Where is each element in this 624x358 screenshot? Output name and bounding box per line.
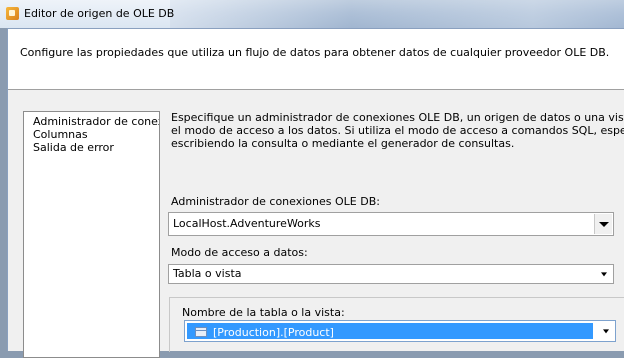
intro-line: Especifique un administrador de conexion… [171, 111, 624, 124]
nav-list: Administrador de conexiones Columnas Sal… [23, 111, 160, 358]
title-bar-glass [170, 0, 624, 28]
access-mode-value: Tabla o vista [173, 267, 242, 280]
dialog-client-area: Configure las propiedades que utiliza un… [7, 28, 624, 358]
header-band: Configure las propiedades que utiliza un… [8, 29, 624, 90]
intro-text: Especifique un administrador de conexion… [171, 111, 624, 150]
chevron-down-icon [603, 329, 609, 334]
table-name-dropdown-button[interactable] [599, 323, 613, 339]
table-name-value: [Production].[Product] [213, 326, 334, 339]
connection-manager-combo[interactable]: LocalHost.AdventureWorks [168, 212, 614, 236]
intro-line: escribiendo la consulta o mediante el ge… [171, 137, 515, 150]
window-title: Editor de origen de OLE DB [24, 7, 175, 20]
access-mode-label: Modo de acceso a datos: [171, 246, 308, 259]
intro-line: el modo de acceso a los datos. Si utiliz… [171, 124, 624, 137]
nav-item-columns[interactable]: Columnas [24, 128, 159, 141]
title-bar[interactable]: Editor de origen de OLE DB [0, 0, 624, 28]
table-selection-highlight: [Production].[Product] [187, 323, 593, 339]
nav-item-connection-manager[interactable]: Administrador de conexiones [24, 115, 159, 128]
chevron-down-icon [600, 272, 607, 277]
table-name-combo[interactable]: [Production].[Product] [184, 320, 616, 342]
access-mode-select[interactable]: Tabla o vista [168, 264, 614, 284]
connection-manager-value: LocalHost.AdventureWorks [173, 217, 321, 230]
app-icon [6, 7, 19, 20]
chevron-down-icon [598, 222, 609, 227]
connection-manager-label: Administrador de conexiones OLE DB: [171, 195, 380, 208]
header-description: Configure las propiedades que utiliza un… [20, 46, 610, 59]
connection-manager-dropdown-button[interactable] [594, 214, 612, 234]
table-icon [195, 327, 207, 337]
access-mode-dropdown-button[interactable] [595, 266, 612, 282]
table-name-label: Nombre de la tabla o la vista: [182, 306, 345, 319]
nav-item-error-output[interactable]: Salida de error [24, 141, 159, 154]
